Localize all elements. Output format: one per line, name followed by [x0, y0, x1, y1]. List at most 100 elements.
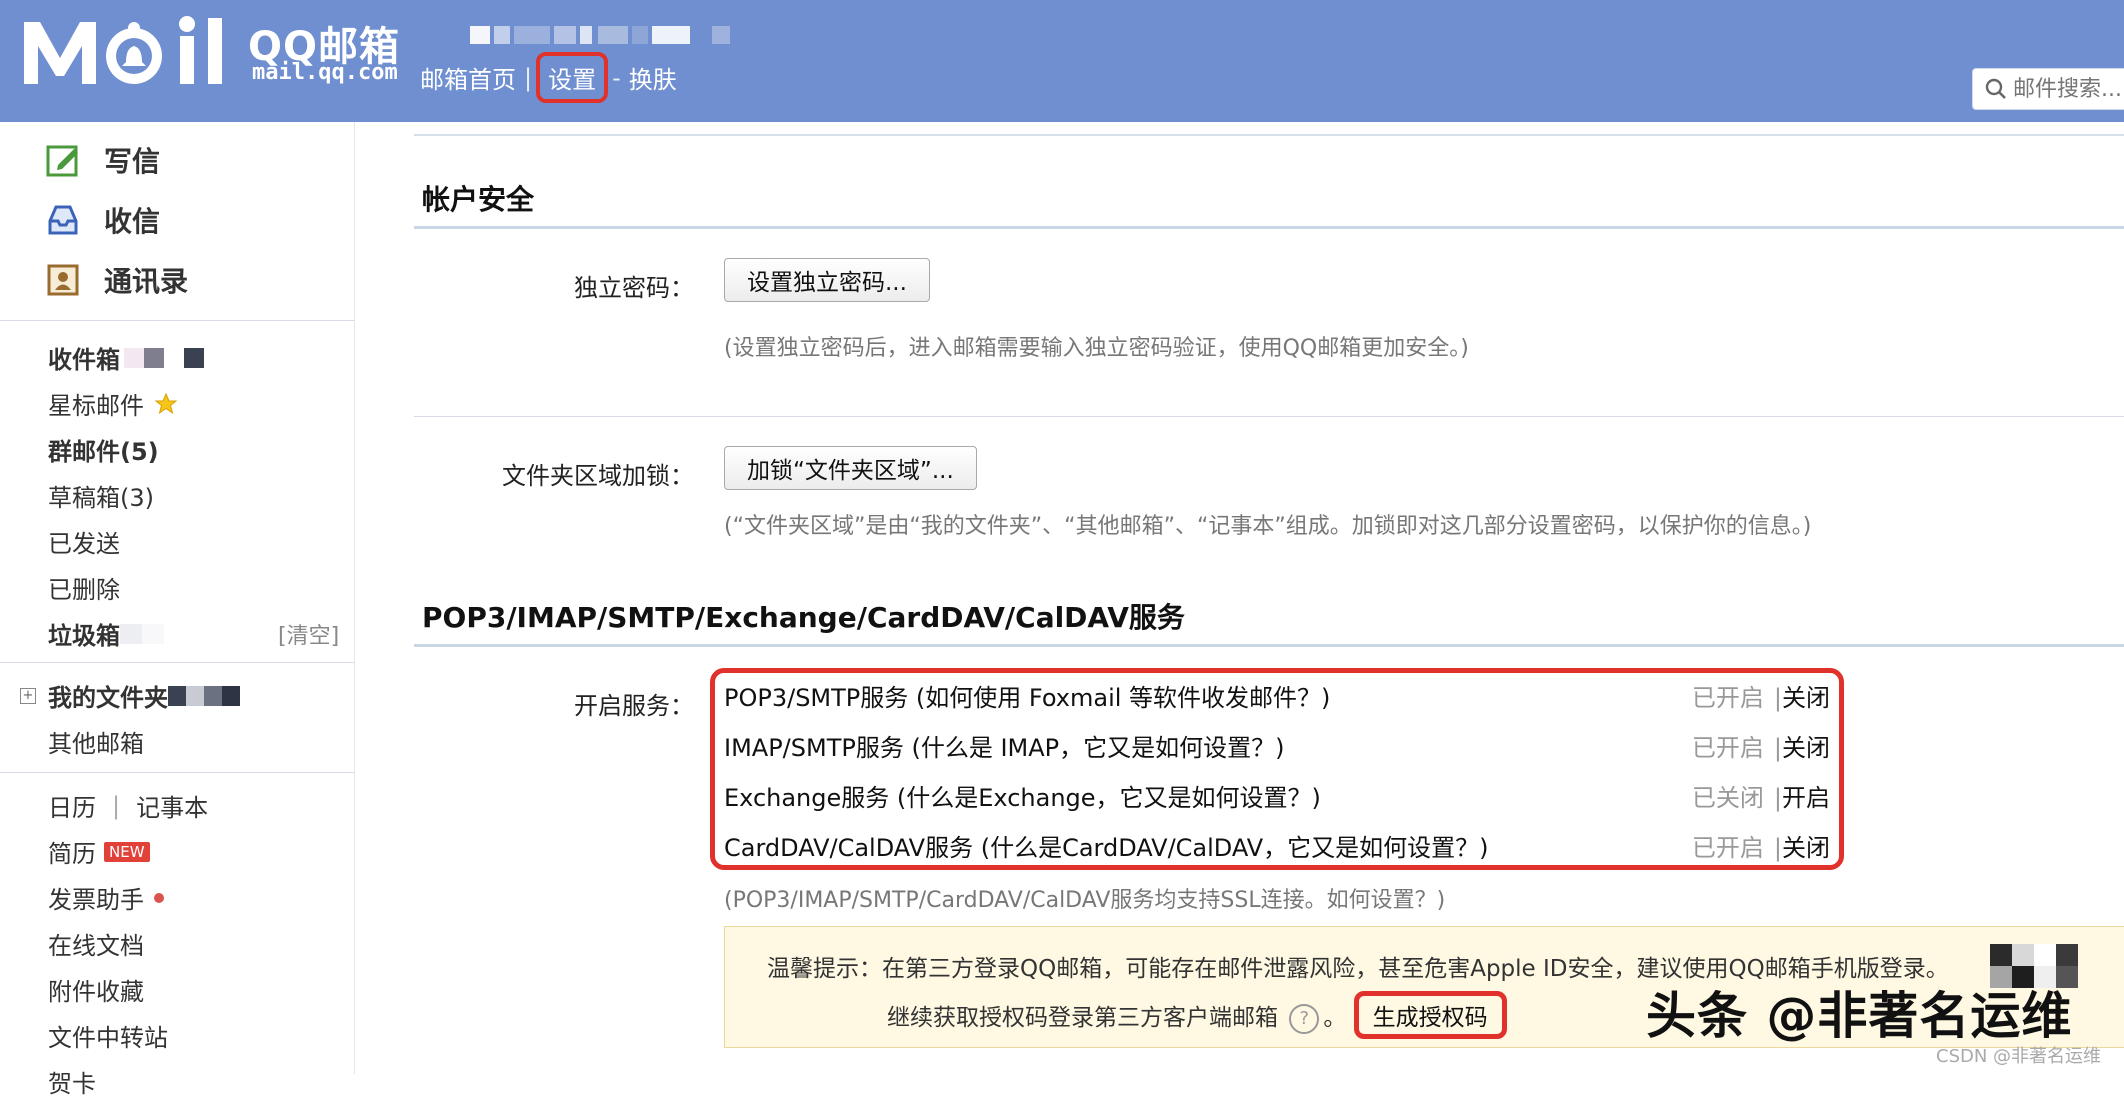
sidebar-item-drafts[interactable]: 草稿箱(3) [48, 478, 154, 513]
sidebar-item-invoice[interactable]: 发票助手 [48, 880, 164, 915]
mail-logo[interactable] [22, 14, 242, 90]
folder-lock-button[interactable]: 加锁“文件夹区域”... [724, 446, 977, 490]
search-input[interactable] [2011, 75, 2124, 103]
clear-spam-link[interactable]: [清空] [278, 618, 339, 650]
top-header: QQ邮箱 mail.qq.com 邮箱首页 | 设置 - 换肤 [0, 0, 2124, 122]
blurred-count [184, 347, 204, 368]
nav-skin-link[interactable]: 换肤 [629, 60, 677, 95]
enable-services-label: 开启服务： [574, 692, 694, 720]
blurred-count [168, 685, 186, 706]
blurred-count [120, 623, 142, 644]
independent-password-label: 独立密码： [574, 274, 694, 302]
folder-label: 已删除 [48, 576, 120, 604]
expand-toggle-icon[interactable]: + [20, 688, 36, 704]
blurred-count [222, 685, 240, 706]
mail-search-box[interactable] [1972, 68, 2124, 110]
service-name[interactable]: POP3/SMTP服务 (如何使用 Foxmail 等软件收发邮件？) [724, 678, 1330, 713]
brand-url: mail.qq.com [252, 60, 398, 85]
sidebar-item-starred[interactable]: 星标邮件 [48, 386, 178, 421]
compose-label: 写信 [104, 145, 161, 178]
separator: | [112, 791, 121, 820]
service-row-pop3: POP3/SMTP服务 (如何使用 Foxmail 等软件收发邮件？) 已开启 |… [724, 675, 1830, 715]
app-label: 贺卡 [48, 1070, 96, 1098]
notebook-link[interactable]: 记事本 [136, 788, 208, 823]
app-label: 附件收藏 [48, 978, 144, 1006]
top-nav: 邮箱首页 | 设置 - 换肤 [420, 52, 677, 103]
tip-period: 。 [1323, 1005, 1347, 1031]
blurred-count [204, 685, 222, 706]
service-toggle-link[interactable]: 关闭 [1782, 828, 1830, 863]
sidebar-divider [0, 662, 354, 663]
app-label: 发票助手 [48, 886, 144, 914]
notification-dot-icon [154, 892, 164, 903]
folder-label: 已发送 [48, 530, 120, 558]
blurred-count [164, 347, 184, 368]
search-icon[interactable] [1985, 78, 2007, 100]
sidebar-item-other-mailbox[interactable]: 其他邮箱 [48, 724, 144, 759]
receive-label: 收信 [104, 205, 161, 238]
app-label: 文件中转站 [48, 1024, 168, 1052]
section-title-services: POP3/IMAP/SMTP/Exchange/CardDAV/CalDAV服务 [422, 601, 1185, 634]
service-name[interactable]: IMAP/SMTP服务 (什么是 IMAP，它又是如何设置？) [724, 728, 1285, 763]
service-status: 已开启 | [1691, 833, 1782, 862]
folder-label: 群邮件(5) [48, 438, 159, 466]
nav-separator: - [612, 63, 621, 92]
folder-label: 草稿箱(3) [48, 484, 154, 512]
folder-label: 星标邮件 [48, 392, 144, 420]
contacts-book-icon [47, 264, 79, 296]
sidebar-item-resume[interactable]: 简历 NEW [48, 834, 150, 869]
tip-text: 继续获取授权码登录第三方客户端邮箱 [887, 1005, 1278, 1031]
watermark: 头条 @非著名运维 [1646, 987, 2073, 1045]
sidebar-item-file-transfer[interactable]: 文件中转站 [48, 1018, 168, 1053]
sidebar-divider [0, 772, 354, 773]
contacts-label: 通讯录 [104, 265, 189, 298]
sidebar-item-spam[interactable]: 垃圾箱 [48, 616, 164, 651]
service-toggle-link[interactable]: 开启 [1782, 778, 1830, 813]
section-divider [414, 226, 2124, 229]
sidebar-item-my-folders[interactable]: 我的文件夹 [48, 678, 240, 713]
sidebar-app-row: 日历 | 记事本 [48, 788, 208, 823]
compose-button[interactable]: 写信 [46, 140, 160, 180]
blurred-count [142, 623, 164, 644]
independent-password-hint: (设置独立密码后，进入邮箱需要输入独立密码验证，使用QQ邮箱更加安全。) [724, 336, 1469, 361]
receive-button[interactable]: 收信 [46, 200, 160, 240]
blurred-count [124, 347, 144, 368]
service-name[interactable]: CardDAV/CalDAV服务 (什么是CardDAV/CalDAV，它又是如… [724, 828, 1489, 863]
folder-label: 我的文件夹 [48, 684, 168, 712]
sidebar-item-group-mail[interactable]: 群邮件(5) [48, 432, 159, 467]
folder-label: 收件箱 [48, 346, 120, 374]
section-divider [414, 644, 2124, 647]
sidebar-item-docs[interactable]: 在线文档 [48, 926, 144, 961]
sidebar-item-attachments[interactable]: 附件收藏 [48, 972, 144, 1007]
tip-text-line2: 继续获取授权码登录第三方客户端邮箱 ?。 生成授权码 [887, 991, 1507, 1039]
sidebar-item-inbox[interactable]: 收件箱 [48, 340, 204, 375]
service-name[interactable]: Exchange服务 (什么是Exchange，它又是如何设置？) [724, 778, 1321, 813]
inbox-tray-icon [48, 205, 78, 235]
sidebar-item-cards[interactable]: 贺卡 [48, 1064, 96, 1099]
nav-settings-link[interactable]: 设置 [536, 52, 609, 103]
folder-lock-label: 文件夹区域加锁： [502, 462, 694, 490]
calendar-link[interactable]: 日历 [48, 788, 96, 823]
nav-separator: | [524, 63, 533, 92]
generate-auth-code-button[interactable]: 生成授权码 [1353, 991, 1507, 1039]
service-row-imap: IMAP/SMTP服务 (什么是 IMAP，它又是如何设置？) 已开启 | 关闭 [724, 725, 1830, 765]
sidebar-item-deleted[interactable]: 已删除 [48, 570, 120, 605]
sidebar-divider [0, 320, 354, 321]
sidebar-item-sent[interactable]: 已发送 [48, 524, 120, 559]
star-icon [154, 392, 178, 414]
service-toggle-link[interactable]: 关闭 [1782, 678, 1830, 713]
help-icon[interactable]: ? [1289, 1003, 1320, 1034]
service-status: 已开启 | [1691, 683, 1782, 712]
app-label: 简历 [48, 840, 96, 868]
nav-home-link[interactable]: 邮箱首页 [420, 60, 516, 95]
content-top-border [414, 134, 2124, 136]
csdn-watermark: CSDN @非著名运维 [1936, 1046, 2102, 1067]
folder-label: 其他邮箱 [48, 730, 144, 758]
blurred-count [186, 685, 204, 706]
service-toggle-link[interactable]: 关闭 [1782, 728, 1830, 763]
contacts-button[interactable]: 通讯录 [46, 260, 188, 300]
new-badge: NEW [104, 841, 150, 862]
set-independent-password-button[interactable]: 设置独立密码... [724, 258, 930, 302]
left-sidebar: 写信 收信 通讯录 收件箱 星标邮件 群邮件(5) 草稿箱(3) 已发送 已删除… [0, 122, 355, 1098]
ssl-hint: (POP3/IMAP/SMTP/CardDAV/CalDAV服务均支持SSL连接… [724, 888, 1446, 913]
